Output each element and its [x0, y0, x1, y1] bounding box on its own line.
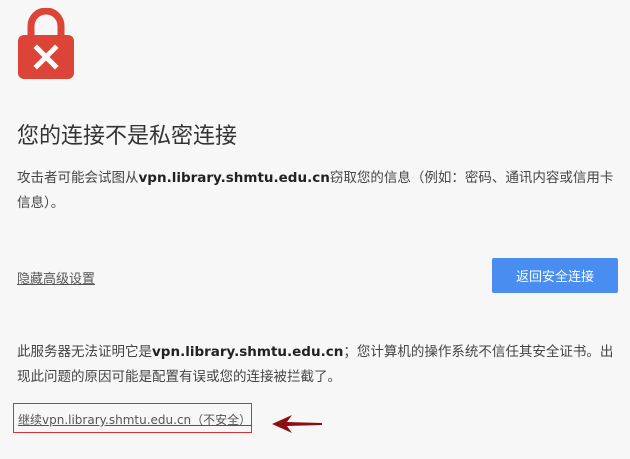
attack-description: 攻击者可能会试图从vpn.library.shmtu.edu.cn窃取您的信息（…	[17, 166, 617, 216]
page-title: 您的连接不是私密连接	[17, 124, 238, 149]
back-to-safety-button[interactable]: 返回安全连接	[492, 258, 618, 293]
hide-advanced-link[interactable]: 隐藏高级设置	[17, 268, 95, 287]
explanation-host: vpn.library.shmtu.edu.cn	[152, 344, 344, 360]
explanation-prefix: 此服务器无法证明它是	[17, 344, 152, 360]
proceed-unsafe-link[interactable]: 继续vpn.library.shmtu.edu.cn（不安全）	[18, 411, 251, 428]
arrow-left-icon	[272, 415, 322, 433]
description-prefix: 攻击者可能会试图从	[17, 170, 139, 186]
lock-error-icon	[18, 8, 74, 79]
interstitial-page: 您的连接不是私密连接 攻击者可能会试图从vpn.library.shmtu.ed…	[0, 0, 630, 459]
certificate-explanation: 此服务器无法证明它是vpn.library.shmtu.edu.cn；您计算机的…	[17, 340, 617, 390]
description-host: vpn.library.shmtu.edu.cn	[138, 170, 330, 186]
